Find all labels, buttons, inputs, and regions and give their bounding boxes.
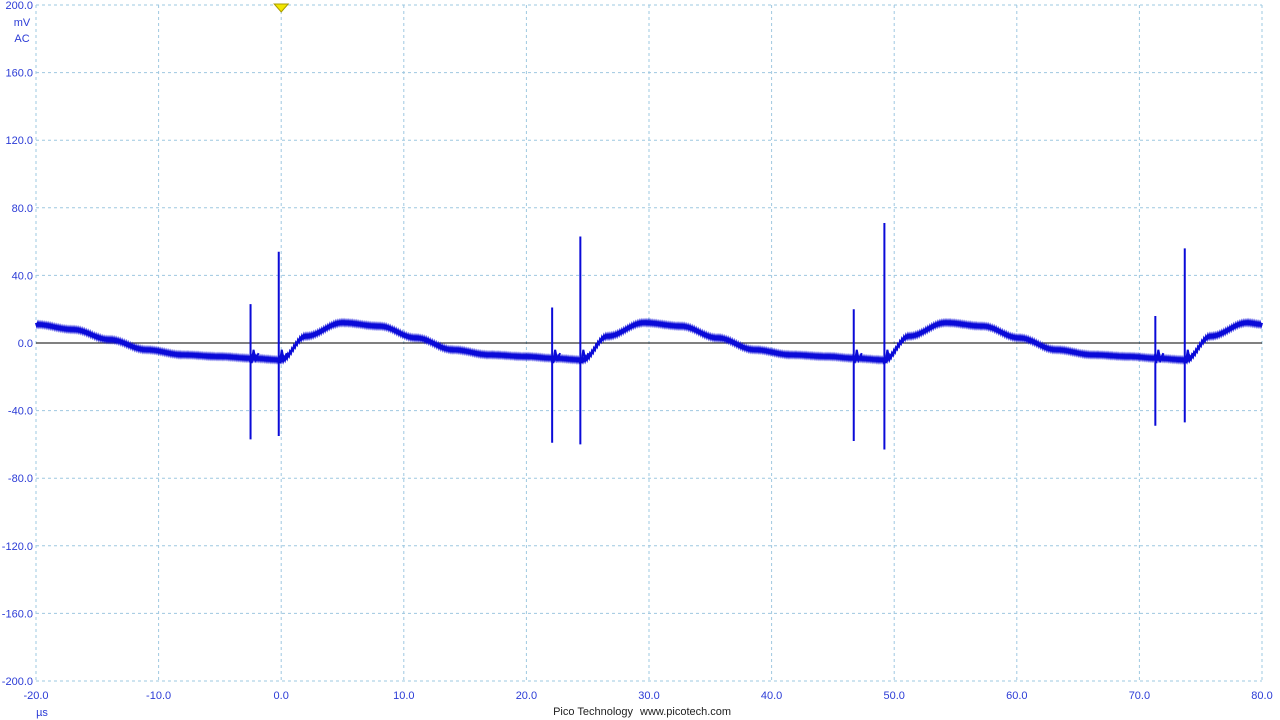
y-tick-label: -80.0 bbox=[8, 473, 33, 485]
x-tick-label: -10.0 bbox=[146, 690, 171, 702]
oscilloscope-chart: 200.0 160.0 120.0 80.0 40.0 0.0 -40.0 -80.0 -120… bbox=[2, 0, 1273, 719]
y-tick-label: -40.0 bbox=[8, 406, 33, 418]
x-tick-label: 30.0 bbox=[638, 690, 659, 702]
trace-ringing bbox=[1184, 349, 1194, 364]
y-tick-label: 120.0 bbox=[5, 135, 33, 147]
y-tick-label: -200.0 bbox=[2, 676, 33, 688]
y-axis-ticks: 200.0 160.0 120.0 80.0 40.0 0.0 -40.0 -80.0 -120… bbox=[2, 0, 33, 688]
x-axis-ticks: -20.0 -10.0 0.0 10.0 20.0 30.0 40.0 50.0 60.0 70.… bbox=[23, 690, 1272, 702]
y-tick-label: 0.0 bbox=[18, 338, 33, 350]
x-tick-label: 70.0 bbox=[1129, 690, 1150, 702]
coupling-label: AC bbox=[14, 33, 29, 45]
trigger-marker-icon[interactable] bbox=[273, 3, 290, 13]
y-tick-label: 200.0 bbox=[5, 0, 33, 12]
x-tick-label: 60.0 bbox=[1006, 690, 1027, 702]
x-tick-label: 50.0 bbox=[883, 690, 904, 702]
x-tick-label: 0.0 bbox=[274, 690, 289, 702]
x-tick-label: 80.0 bbox=[1251, 690, 1272, 702]
y-tick-label: -120.0 bbox=[2, 541, 33, 553]
x-tick-label: -20.0 bbox=[23, 690, 48, 702]
y-tick-label: 80.0 bbox=[12, 203, 33, 215]
footer-url: www.picotech.com bbox=[639, 706, 731, 718]
x-unit-label: µs bbox=[36, 707, 48, 719]
y-tick-label: -160.0 bbox=[2, 608, 33, 620]
x-tick-label: 20.0 bbox=[516, 690, 537, 702]
x-tick-label: 10.0 bbox=[393, 690, 414, 702]
y-tick-label: 160.0 bbox=[5, 68, 33, 80]
y-unit-label: mV bbox=[14, 17, 31, 29]
y-tick-label: 40.0 bbox=[12, 270, 33, 282]
x-tick-label: 40.0 bbox=[761, 690, 782, 702]
footer-brand: Pico Technology bbox=[553, 706, 633, 718]
